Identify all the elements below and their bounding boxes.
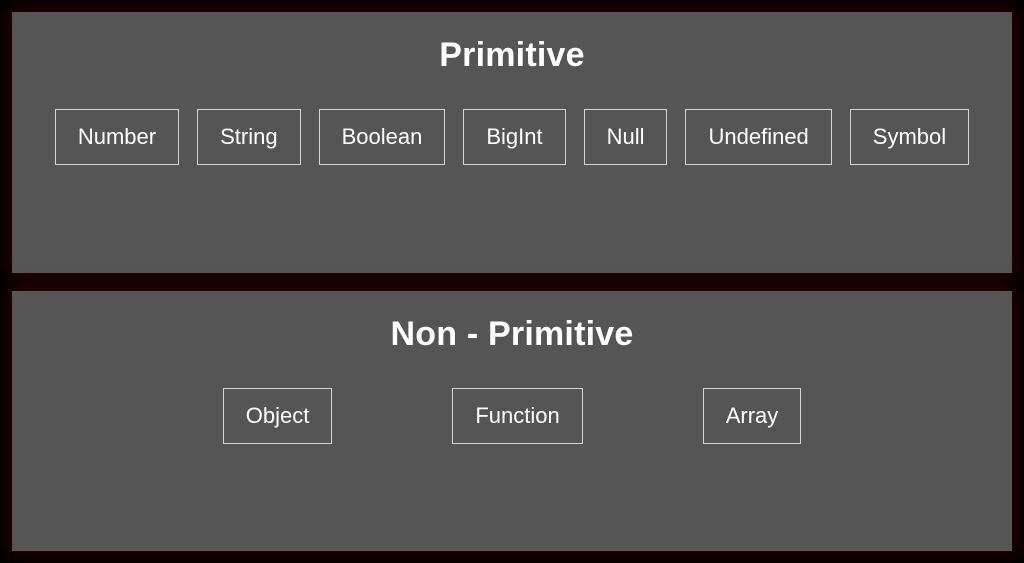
type-box-undefined: Undefined [685,109,831,165]
primitive-title: Primitive [439,36,584,75]
type-box-number: Number [55,109,179,165]
primitive-items-row: Number String Boolean BigInt Null Undefi… [44,109,980,165]
type-box-symbol: Symbol [850,109,969,165]
type-box-null: Null [584,109,668,165]
type-box-array: Array [703,388,802,444]
type-box-object: Object [223,388,333,444]
type-box-string: String [197,109,300,165]
non-primitive-title: Non - Primitive [391,315,634,354]
non-primitive-panel: Non - Primitive Object Function Array [12,291,1012,552]
type-box-boolean: Boolean [319,109,446,165]
type-box-bigint: BigInt [463,109,565,165]
type-box-function: Function [452,388,582,444]
primitive-panel: Primitive Number String Boolean BigInt N… [12,12,1012,273]
non-primitive-items-row: Object Function Array [44,388,980,444]
